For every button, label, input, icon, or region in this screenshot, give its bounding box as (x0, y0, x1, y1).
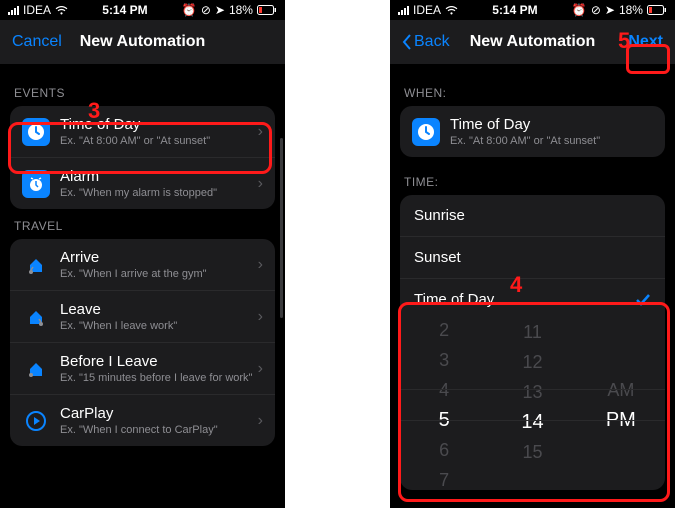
scrollbar[interactable] (280, 138, 283, 318)
check-icon (635, 292, 651, 308)
carrier-label: IDEA (413, 3, 441, 17)
next-button[interactable]: Next (628, 33, 663, 51)
section-time-label: TIME: (404, 175, 661, 189)
before-leave-icon (22, 355, 50, 383)
leave-icon (22, 303, 50, 331)
row-carplay[interactable]: CarPlay Ex. "When I connect to CarPlay" … (10, 394, 275, 446)
chevron-right-icon: › (258, 360, 263, 378)
signal-bars-icon (398, 6, 409, 15)
nav-bar: Cancel New Automation (0, 20, 285, 64)
time-group: Sunrise Sunset Time of Day 2 3 4 5 6 7 1… (400, 195, 665, 490)
chevron-right-icon: › (258, 412, 263, 430)
battery-percent: 18% (229, 3, 253, 17)
row-subtitle: Ex. "15 minutes before I leave for work" (60, 372, 258, 384)
status-time: 5:14 PM (102, 3, 147, 17)
annotation-4: 4 (510, 272, 522, 298)
rotation-lock-icon: ⊘ (591, 3, 601, 17)
battery-icon (257, 5, 277, 15)
option-sunset[interactable]: Sunset (400, 236, 665, 278)
row-title: Arrive (60, 249, 258, 266)
carrier-label: IDEA (23, 3, 51, 17)
chevron-right-icon: › (258, 175, 263, 193)
row-title: Alarm (60, 168, 258, 185)
row-title: Leave (60, 301, 258, 318)
status-time: 5:14 PM (492, 3, 537, 17)
travel-group: Arrive Ex. "When I arrive at the gym" › … (10, 239, 275, 446)
back-button[interactable]: Back (402, 33, 450, 51)
when-card: Time of Day Ex. "At 8:00 AM" or "At suns… (400, 106, 665, 157)
row-before-leave[interactable]: Before I Leave Ex. "15 minutes before I … (10, 342, 275, 394)
row-arrive[interactable]: Arrive Ex. "When I arrive at the gym" › (10, 239, 275, 290)
row-title: Before I Leave (60, 353, 258, 370)
clock-icon (22, 118, 50, 146)
carplay-icon (22, 407, 50, 435)
row-leave[interactable]: Leave Ex. "When I leave work" › (10, 290, 275, 342)
when-subtitle: Ex. "At 8:00 AM" or "At sunset" (450, 135, 653, 147)
chevron-right-icon: › (258, 308, 263, 326)
annotation-3: 3 (88, 98, 100, 124)
alarm-clock-icon (22, 170, 50, 198)
signal-bars-icon (8, 6, 19, 15)
row-subtitle: Ex. "When I arrive at the gym" (60, 268, 258, 280)
row-time-of-day[interactable]: Time of Day Ex. "At 8:00 AM" or "At suns… (10, 106, 275, 157)
time-picker[interactable]: 2 3 4 5 6 7 11 12 13 14 15 (400, 320, 665, 490)
wifi-icon (55, 5, 68, 15)
row-alarm[interactable]: Alarm Ex. "When my alarm is stopped" › (10, 157, 275, 209)
row-subtitle: Ex. "When I connect to CarPlay" (60, 424, 258, 436)
battery-icon (647, 5, 667, 15)
status-right: ⏰ ⊘ ➤ 18% (182, 3, 277, 17)
picker-minute[interactable]: 11 12 13 14 15 (488, 320, 576, 490)
section-travel-label: TRAVEL (14, 219, 271, 233)
nav-bar: Back New Automation Next (390, 20, 675, 64)
events-group: Time of Day Ex. "At 8:00 AM" or "At suns… (10, 106, 275, 209)
picker-ampm[interactable]: AM PM (577, 320, 665, 490)
page-title: New Automation (470, 33, 596, 51)
alarm-icon: ⏰ (182, 3, 197, 17)
chevron-right-icon: › (258, 123, 263, 141)
status-bar: IDEA 5:14 PM ⏰ ⊘ ➤ 18% (0, 0, 285, 20)
back-label: Back (414, 33, 450, 51)
section-events-label: EVENTS (14, 86, 271, 100)
clock-icon (412, 118, 440, 146)
option-time-of-day[interactable]: Time of Day (400, 278, 665, 320)
location-icon: ➤ (605, 3, 615, 17)
chevron-right-icon: › (258, 256, 263, 274)
chevron-left-icon (402, 34, 412, 50)
option-sunrise[interactable]: Sunrise (400, 195, 665, 236)
cancel-button[interactable]: Cancel (12, 33, 62, 51)
alarm-icon: ⏰ (572, 3, 587, 17)
battery-percent: 18% (619, 3, 643, 17)
status-right: ⏰ ⊘ ➤ 18% (572, 3, 667, 17)
row-subtitle: Ex. "At 8:00 AM" or "At sunset" (60, 135, 258, 147)
arrive-icon (22, 251, 50, 279)
annotation-5: 5 (618, 28, 630, 54)
status-bar: IDEA 5:14 PM ⏰ ⊘ ➤ 18% (390, 0, 675, 20)
location-icon: ➤ (215, 3, 225, 17)
when-title: Time of Day (450, 116, 653, 133)
section-when-label: WHEN: (404, 86, 661, 100)
row-subtitle: Ex. "When my alarm is stopped" (60, 187, 258, 199)
page-title: New Automation (80, 33, 206, 51)
rotation-lock-icon: ⊘ (201, 3, 211, 17)
wifi-icon (445, 5, 458, 15)
picker-hour[interactable]: 2 3 4 5 6 7 (400, 320, 488, 490)
row-title: CarPlay (60, 405, 258, 422)
row-subtitle: Ex. "When I leave work" (60, 320, 258, 332)
